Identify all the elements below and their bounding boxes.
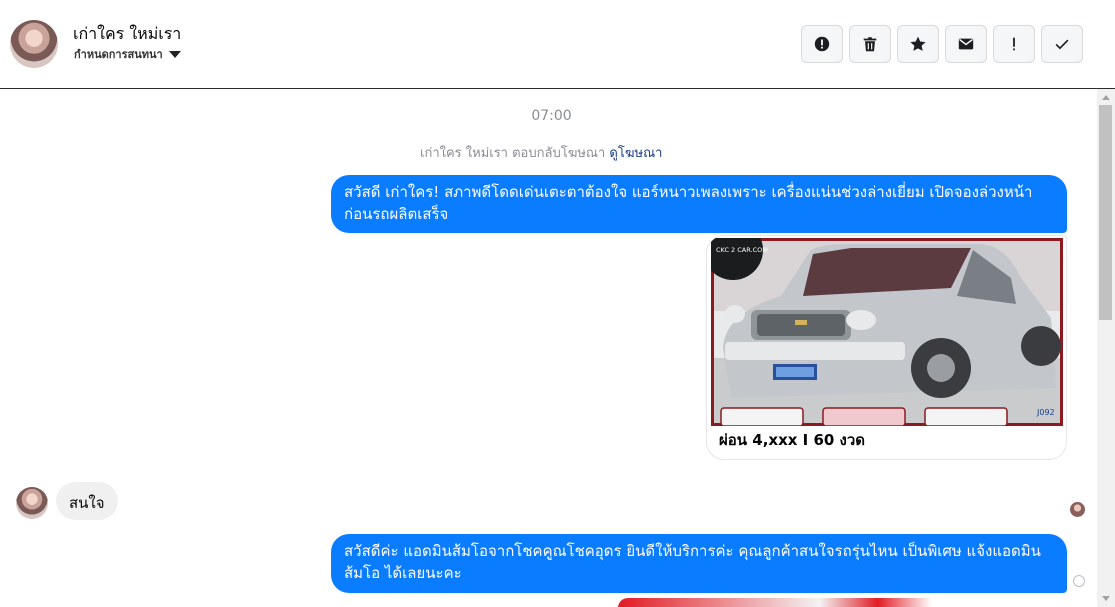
ad-card-caption: ผ่อน 4,xxx I 60 งวด	[719, 431, 866, 449]
set-conversation-label: กำหนดการสนทนา	[74, 48, 163, 61]
trash-icon	[863, 37, 877, 52]
caret-down-icon	[168, 51, 181, 58]
exclamation-icon	[1013, 37, 1015, 51]
follow-up-button[interactable]	[993, 25, 1035, 63]
check-icon	[1055, 39, 1069, 50]
sender-avatar[interactable]	[16, 487, 48, 519]
star-button[interactable]	[897, 25, 939, 63]
contact-avatar[interactable]	[10, 20, 58, 68]
conversation-toolbar	[801, 25, 1083, 63]
message-thread[interactable]: 07:00 เก่าใคร ใหม่เรา ตอบกลับโฆษณา ดูโฆษ…	[0, 89, 1097, 607]
scroll-down-arrow-icon[interactable]	[1102, 596, 1110, 601]
mark-unread-button[interactable]	[945, 25, 987, 63]
envelope-icon	[958, 38, 974, 50]
contact-name[interactable]: เก่าใคร ใหม่เรา	[73, 22, 181, 47]
ad-code-text: J092	[1036, 408, 1055, 417]
message-timestamp: 07:00	[531, 108, 572, 124]
ad-logo-text: CKC 2 CAR.COM	[716, 246, 768, 254]
set-conversation-dropdown[interactable]: กำหนดการสนทนา	[74, 45, 181, 63]
report-button[interactable]	[801, 25, 843, 63]
view-ad-link[interactable]: ดูโฆษณา	[609, 146, 662, 161]
outgoing-message[interactable]: สวัสดีค่ะ แอดมินส้มโอจากโชคคูณโชคอุดร ยิ…	[331, 534, 1067, 593]
sent-status-icon	[1073, 575, 1085, 587]
ad-reply-text: เก่าใคร ใหม่เรา ตอบกลับโฆษณา	[420, 146, 606, 161]
star-icon	[910, 36, 926, 51]
delete-button[interactable]	[849, 25, 891, 63]
car-image: CKC 2 CAR.COM J092	[711, 238, 1063, 426]
outgoing-message[interactable]: สวัสดี เก่าใคร! สภาพดีโดดเด่นเตะตาต้องใจ…	[331, 175, 1067, 233]
ad-card[interactable]: CKC 2 CAR.COM J092 ผ่อน 4,xxx I 60 งวด	[706, 235, 1067, 460]
scrollbar-thumb[interactable]	[1099, 105, 1112, 320]
mark-done-button[interactable]	[1041, 25, 1083, 63]
next-image-preview[interactable]	[618, 598, 1066, 607]
conversation-header: เก่าใคร ใหม่เรา กำหนดการสนทนา	[0, 0, 1115, 89]
chat-scrollbar[interactable]	[1097, 89, 1115, 607]
incoming-message[interactable]: สนใจ	[56, 482, 118, 520]
scroll-up-arrow-icon[interactable]	[1102, 95, 1110, 100]
report-icon	[814, 36, 830, 52]
seen-avatar-icon	[1070, 502, 1085, 517]
ad-reply-notice: เก่าใคร ใหม่เรา ตอบกลับโฆษณา ดูโฆษณา	[420, 142, 662, 163]
